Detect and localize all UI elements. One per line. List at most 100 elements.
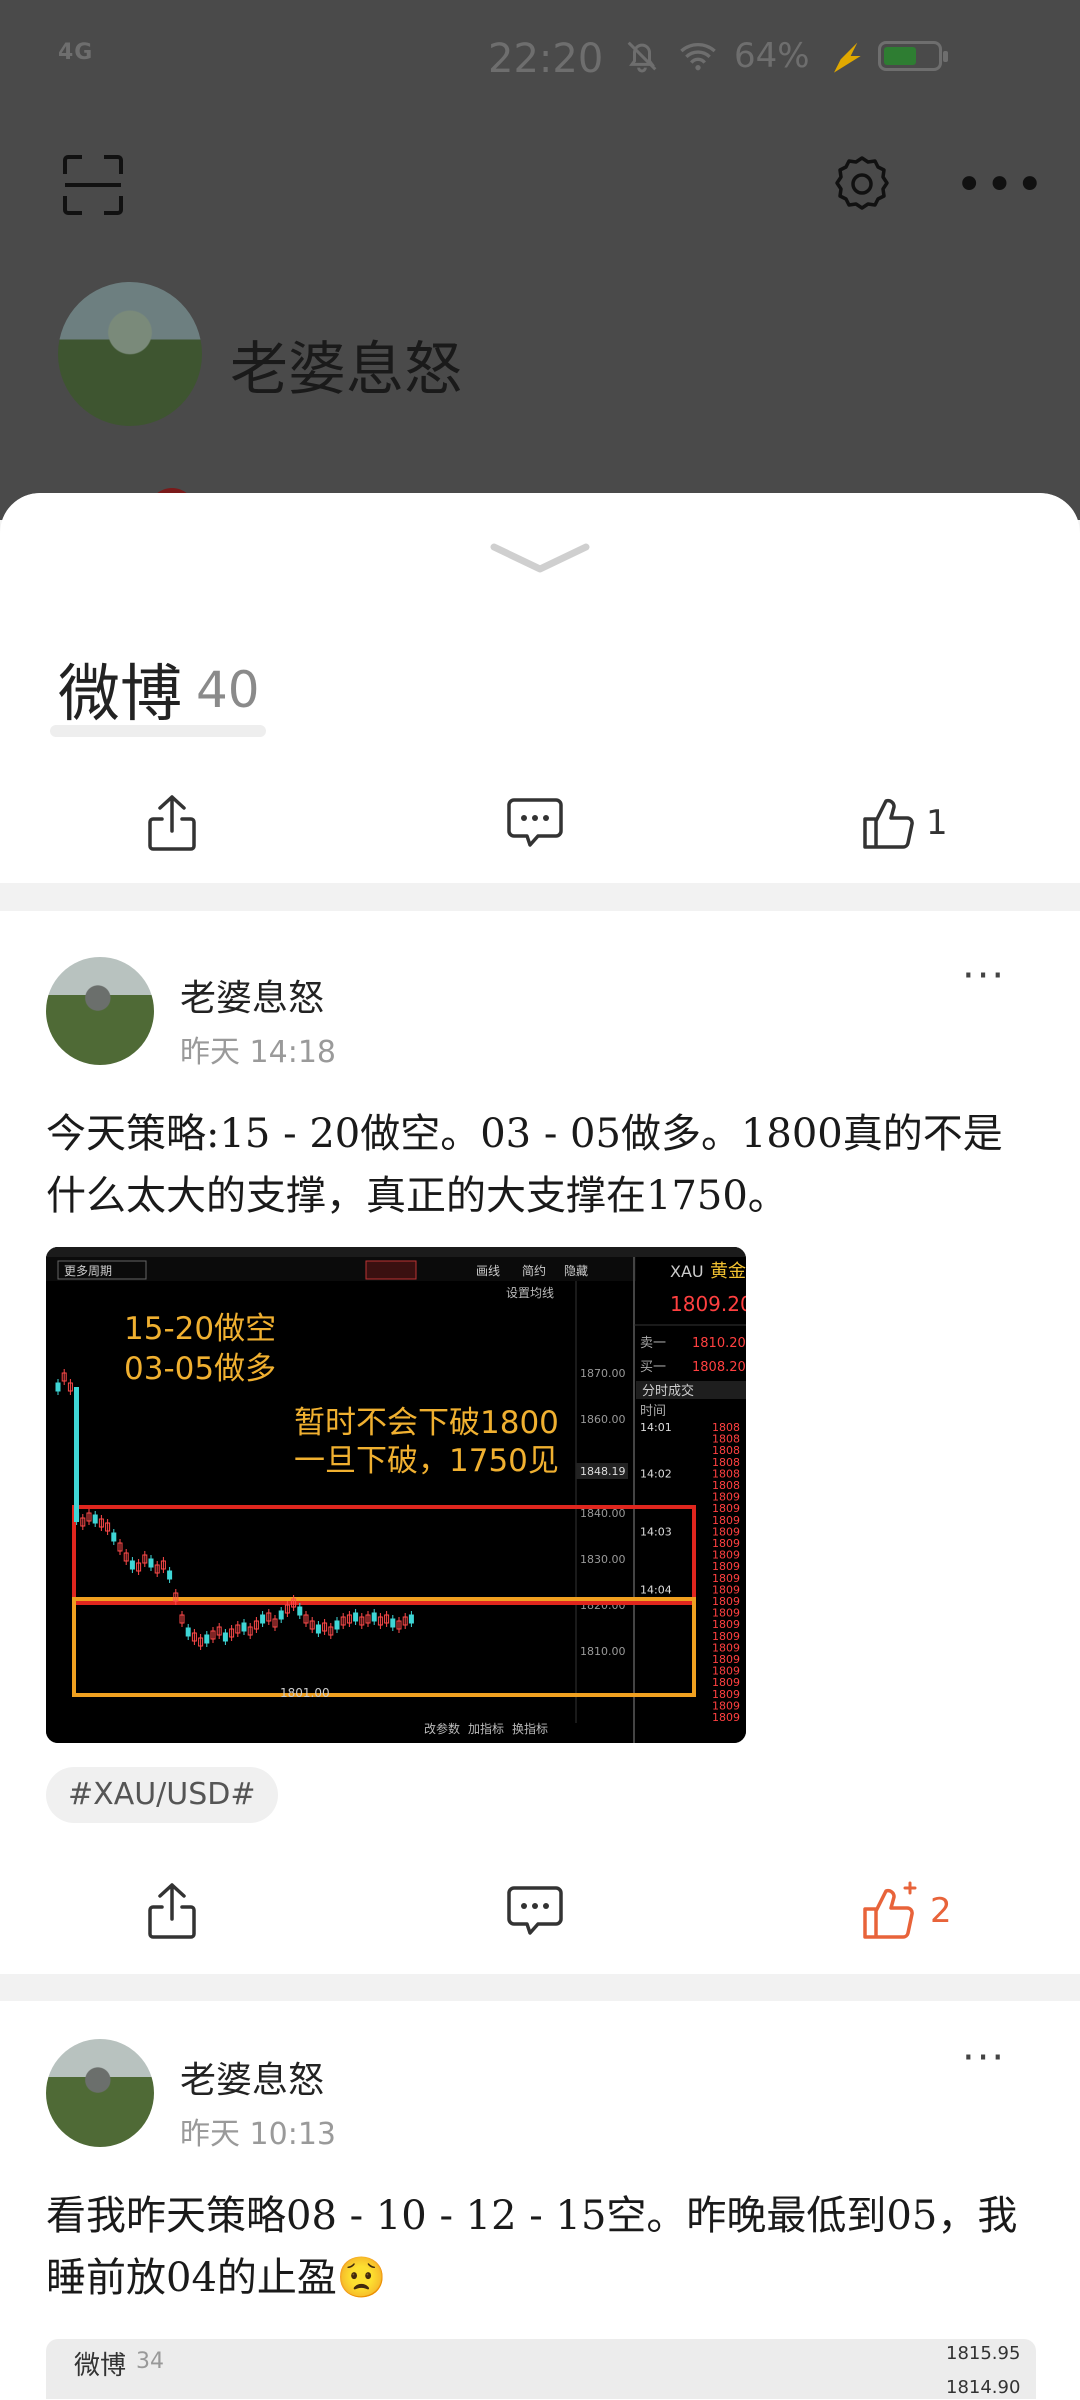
status-bar: 4G 22:20 64% [0, 0, 1080, 110]
tape-time: 14:04 [640, 1583, 672, 1596]
menu-periods: 更多周期 [64, 1264, 112, 1278]
like-count: 1 [926, 803, 948, 843]
btn-switch-indicator: 换指标 [512, 1721, 548, 1736]
tape-time: 14:03 [640, 1525, 672, 1538]
charging-icon [830, 42, 861, 73]
note-long: 03-05做多 [124, 1351, 276, 1387]
thumbs-up-icon [863, 798, 914, 849]
btn-add-indicator: 加指标 [468, 1721, 504, 1736]
more-options-icon[interactable]: ••• [955, 161, 1046, 209]
like-button[interactable]: 1 [860, 763, 948, 883]
post-text: 今天策略:15 - 20做空。03 - 05做多。1800真的不是什么太大的支撑… [46, 1111, 1003, 1219]
chevron-down-icon[interactable] [490, 541, 590, 577]
chart-screenshot: 更多周期 画线 简约 隐藏 设置均线 1870.001860.001840.00… [46, 1247, 746, 1743]
quote-name: 黄金 [710, 1261, 746, 1282]
post-author[interactable]: 老婆息怒 [180, 2051, 324, 2103]
mute-icon [627, 41, 657, 73]
signal-indicator: 4G [58, 40, 94, 65]
thumb-price-2: 1814.90 [946, 2377, 1021, 2398]
like-count: 2 [930, 1891, 952, 1931]
setting-ma: 设置均线 [506, 1286, 554, 1300]
share-icon [148, 795, 196, 851]
candle-body [204, 1634, 210, 1644]
post-text: 看我昨天策略08 - 10 - 12 - 15空。昨晚最低到05，我睡前放04的… [46, 2193, 1018, 2301]
top-action-bar: 1 [0, 763, 1080, 883]
candle-body [408, 1614, 414, 1624]
clock: 22:20 [488, 36, 604, 82]
avatar[interactable] [46, 957, 154, 1065]
scan-icon[interactable] [62, 154, 124, 216]
gear-icon[interactable] [830, 152, 894, 216]
tape-price: 1809 [712, 1711, 740, 1724]
current-price-tag: 1848.19 [580, 1465, 626, 1478]
post-more-icon[interactable]: ··· [962, 2035, 1006, 2081]
like-button[interactable]: 2 [860, 1851, 952, 1971]
tape-time: 14:01 [640, 1421, 672, 1434]
battery-icon [877, 41, 948, 71]
avatar[interactable] [46, 2039, 154, 2147]
note-short: 15-20做空 [124, 1311, 276, 1347]
quote-sell-label: 卖一 [640, 1336, 666, 1351]
btn-params: 改参数 [424, 1721, 460, 1736]
candle-body [353, 1612, 359, 1622]
share-button[interactable] [146, 1851, 198, 1971]
toolbar-hide: 隐藏 [564, 1264, 588, 1278]
candle-body [241, 1622, 247, 1632]
post-action-bar: 2 [0, 1851, 1080, 1971]
note-break: 一旦下破，1750见 [294, 1443, 559, 1479]
thumb-title: 微博 [74, 2351, 127, 2381]
sheet-header: 微博 40 1 [0, 493, 1080, 883]
candle-body [167, 1570, 173, 1580]
y-tick-label: 1870.00 [580, 1367, 626, 1380]
post-time: 昨天 14:18 [180, 1035, 336, 1070]
candle-body [278, 1610, 284, 1620]
note-support: 暂时不会下破1800 [294, 1405, 559, 1441]
battery-percent: 64% [734, 36, 810, 76]
candle-body [111, 1532, 117, 1542]
profile-name: 老婆息怒 [230, 335, 463, 403]
toolbar-draw: 画线 [476, 1264, 500, 1278]
tab-indicator [50, 725, 266, 737]
toolbar-simple: 简约 [522, 1263, 546, 1278]
candle-body [129, 1560, 135, 1570]
share-button[interactable] [146, 763, 198, 883]
post-card: 老婆息怒 昨天 14:18 ··· 今天策略:15 - 20做空。03 - 05… [0, 911, 1080, 1974]
comment-button[interactable] [506, 763, 564, 883]
candle-body [74, 1387, 79, 1522]
post-author[interactable]: 老婆息怒 [180, 969, 324, 1021]
tab-weibo[interactable]: 微博 [58, 643, 182, 733]
comment-button[interactable] [506, 1851, 564, 1971]
share-icon [148, 1883, 196, 1939]
profile-avatar[interactable] [58, 282, 202, 426]
candle-body [315, 1624, 321, 1634]
candle-body [334, 1620, 340, 1630]
post-image[interactable]: 微博 34 1815.95 1814.90 [46, 2339, 1036, 2399]
candle-body [297, 1606, 303, 1616]
post-image[interactable]: 更多周期 画线 简约 隐藏 设置均线 1870.00 1860.00 1840.00… [46, 1247, 746, 1743]
y-tick-label: 1810.00 [580, 1645, 626, 1658]
candle-body [371, 1612, 377, 1622]
quote-time-col: 时间 [640, 1404, 666, 1419]
quote-price: 1809.20 [670, 1292, 746, 1316]
post-time: 昨天 10:13 [180, 2117, 336, 2152]
quote-buy-price: 1808.20 [692, 1360, 746, 1375]
low-label: 1801.00 [280, 1686, 330, 1700]
wifi-icon [680, 43, 716, 71]
tab-count: 40 [196, 661, 260, 719]
candle-body [185, 1627, 191, 1637]
candle-body [390, 1618, 396, 1628]
hashtag-chip[interactable]: #XAU/USD# [46, 1767, 278, 1823]
candle-body [55, 1382, 61, 1392]
tape-time: 14:02 [640, 1467, 672, 1480]
candle-body [148, 1558, 154, 1568]
bottom-sheet: 微博 40 1 老婆息怒 昨天 14:18 ··· 今天策略:15 - 20做空… [0, 493, 1080, 2400]
thumb-count: 34 [136, 2349, 164, 2374]
comment-icon [507, 798, 563, 847]
quote-buy-label: 买一 [640, 1360, 666, 1375]
post-more-icon[interactable]: ··· [962, 953, 1006, 999]
candle-body [92, 1514, 98, 1524]
comment-icon [507, 1886, 563, 1935]
quote-trades-label: 分时成交 [642, 1383, 694, 1399]
thumbs-up-liked-icon [863, 1881, 917, 1939]
quote-sell-price: 1810.20 [692, 1336, 746, 1351]
